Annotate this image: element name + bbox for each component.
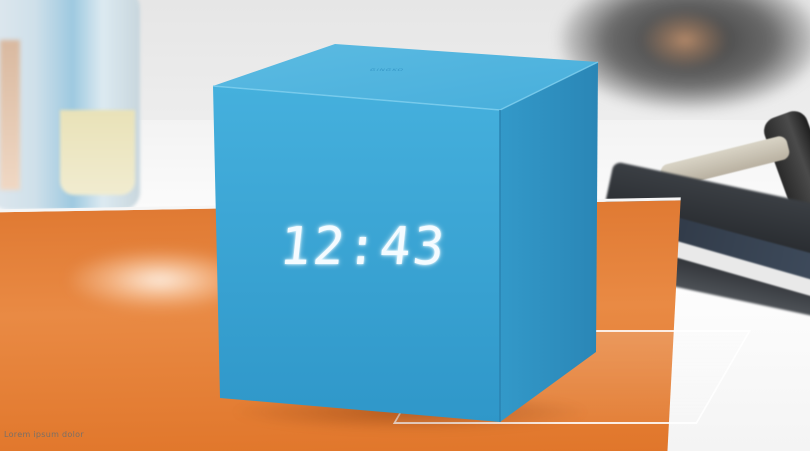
book-reflection <box>70 250 250 310</box>
bottle-label <box>0 40 20 190</box>
cube-brand-mark: GINGKO <box>368 68 406 72</box>
background-blur-accent <box>640 10 730 70</box>
clock-time-display: 12:43 <box>276 217 450 277</box>
book-caption: Lorem ipsum dolor <box>4 430 84 439</box>
cube-shadow <box>230 392 590 432</box>
photo-scene: GINGKO 12:43 Lorem ipsum dolor <box>0 0 810 451</box>
bottle-liquid <box>60 110 135 195</box>
